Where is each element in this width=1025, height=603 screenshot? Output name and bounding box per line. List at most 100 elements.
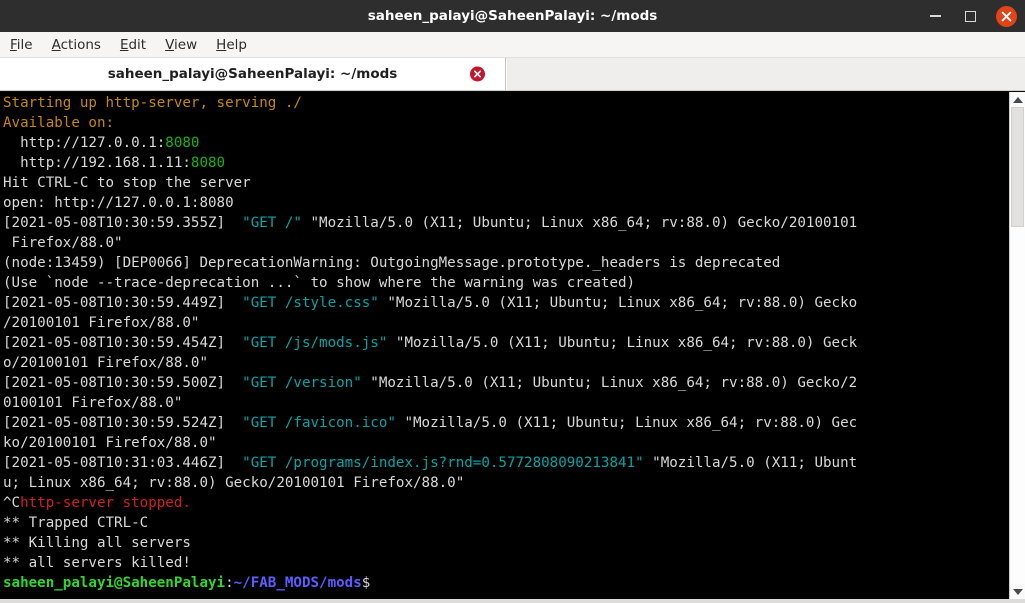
terminal-window: saheen_palayi@SaheenPalayi: ~/mods File …	[0, 0, 1025, 603]
terminal-text-segment: ** Trapped CTRL-C	[3, 515, 149, 531]
terminal-text-segment: [2021-05-08T10:30:59.500Z]	[3, 375, 243, 391]
terminal-scrollbar[interactable]	[1009, 92, 1025, 599]
tab-active[interactable]: saheen_palayi@SaheenPalayi: ~/mods	[0, 58, 506, 90]
terminal-line: ** Killing all servers	[3, 533, 1009, 553]
scroll-down-button[interactable]	[1010, 584, 1025, 599]
menu-mnemonic-actions: A	[51, 36, 61, 53]
window-title: saheen_palayi@SaheenPalayi: ~/mods	[367, 8, 658, 24]
terminal-line: [2021-05-08T10:30:59.454Z] "GET /js/mods…	[3, 333, 1009, 353]
terminal-line: http://192.168.1.11:8080	[3, 153, 1009, 173]
terminal-text-segment: Starting up http-server, serving ./	[3, 95, 302, 111]
menu-item-view[interactable]: View	[165, 37, 197, 53]
terminal-text-segment: "GET /version"	[242, 375, 362, 391]
menu-label-edit-rest: dit	[128, 36, 147, 53]
terminal-text-segment: "Mozilla/5.0 (X11; Ubuntu; Linux x86_64;…	[301, 215, 858, 231]
terminal-line: [2021-05-08T10:30:59.355Z] "GET /" "Mozi…	[3, 213, 1009, 233]
terminal-text-segment: saheen_palayi@SaheenPalayi	[3, 575, 226, 591]
window-controls	[926, 0, 1017, 32]
terminal-text-segment: ** Killing all servers	[3, 535, 191, 551]
terminal-line: [2021-05-08T10:30:59.524Z] "GET /favicon…	[3, 413, 1009, 433]
terminal-text-segment: "Mozilla/5.0 (X11; Ubuntu; Linux x86_64;…	[378, 295, 858, 311]
terminal-text-segment: "Mozilla/5.0 (X11; Ubuntu; Linux x86_64;…	[361, 375, 858, 391]
close-icon	[1001, 11, 1012, 21]
terminal-text-segment: 8080	[190, 155, 226, 171]
menu-item-file[interactable]: File	[10, 37, 33, 53]
terminal-text-segment: $	[361, 575, 371, 591]
terminal-text-segment: "GET /"	[242, 215, 302, 231]
terminal-text-segment: ko/20100101 Firefox/88.0"	[3, 435, 217, 451]
close-icon	[473, 70, 482, 78]
terminal-output[interactable]: Starting up http-server, serving ./ Avail…	[0, 92, 1009, 599]
tab-title: saheen_palayi@SaheenPalayi: ~/mods	[107, 66, 398, 82]
terminal-line: (node:13459) [DEP0066] DeprecationWarnin…	[3, 253, 1009, 273]
terminal-text-segment: "GET /style.css"	[242, 295, 379, 311]
menu-label-actions-rest: ctions	[60, 36, 101, 53]
terminal-text-segment: "Mozilla/5.0 (X11; Ubuntu; Linux x86_64;…	[387, 335, 858, 351]
menu-label-file-rest: ile	[16, 36, 33, 53]
terminal-text-segment: Hit CTRL-C to stop the server	[3, 175, 251, 191]
menu-item-edit[interactable]: Edit	[120, 37, 146, 53]
title-bar: saheen_palayi@SaheenPalayi: ~/mods	[0, 0, 1025, 32]
menu-label-help-rest: elp	[226, 36, 247, 53]
terminal-text-segment: ^C	[3, 495, 21, 511]
terminal-line: /20100101 Firefox/88.0"	[3, 313, 1009, 333]
terminal-text-segment: 8080	[165, 135, 200, 151]
terminal-line: [2021-05-08T10:30:59.500Z] "GET /version…	[3, 373, 1009, 393]
terminal-line: [2021-05-08T10:31:03.446Z] "GET /program…	[3, 453, 1009, 473]
menu-item-actions[interactable]: Actions	[52, 37, 101, 53]
terminal-line: Hit CTRL-C to stop the server	[3, 173, 1009, 193]
scrollbar-track[interactable]	[1010, 107, 1025, 584]
terminal-line: 0100101 Firefox/88.0"	[3, 393, 1009, 413]
terminal-line: u; Linux x86_64; rv:88.0) Gecko/20100101…	[3, 473, 1009, 493]
scrollbar-thumb[interactable]	[1011, 107, 1024, 227]
terminal-text-segment: "Mozilla/5.0 (X11; Ubuntu; Linux x86_64;…	[395, 415, 858, 431]
maximize-button[interactable]	[961, 7, 980, 26]
terminal-text-segment: 0100101 Firefox/88.0"	[3, 395, 183, 411]
terminal-text-segment: Available on:	[3, 115, 115, 131]
terminal-line: ** Trapped CTRL-C	[3, 513, 1009, 533]
terminal-line: saheen_palayi@SaheenPalayi:~/FAB_MODS/mo…	[3, 573, 1009, 593]
menu-mnemonic-file: F	[10, 36, 17, 53]
terminal-line: (Use `node --trace-deprecation ...` to s…	[3, 273, 1009, 293]
terminal-text-segment: http://192.168.1.11:	[3, 155, 191, 171]
terminal-line: [2021-05-08T10:30:59.449Z] "GET /style.c…	[3, 293, 1009, 313]
menu-label-view-rest: iew	[174, 36, 198, 53]
terminal-text-segment: [2021-05-08T10:30:59.454Z]	[3, 335, 243, 351]
chevron-up-icon	[1012, 96, 1023, 103]
terminal-text-segment: (Use `node --trace-deprecation ...` to s…	[3, 275, 636, 291]
terminal-text-segment: :	[225, 575, 234, 591]
terminal-text-segment: http://127.0.0.1:	[3, 135, 166, 151]
menu-bar: File Actions Edit View Help	[0, 32, 1025, 58]
terminal-text-segment: open: http://127.0.0.1:8080	[3, 195, 234, 211]
terminal-text-segment: [2021-05-08T10:30:59.355Z]	[3, 215, 243, 231]
terminal-line: Available on:	[3, 113, 1009, 133]
terminal-line: o/20100101 Firefox/88.0"	[3, 353, 1009, 373]
terminal-text-segment: [2021-05-08T10:30:59.449Z]	[3, 295, 243, 311]
terminal-line: http://127.0.0.1:8080	[3, 133, 1009, 153]
terminal-text-segment: (node:13459) [DEP0066] DeprecationWarnin…	[3, 255, 781, 271]
tab-close-button[interactable]	[470, 66, 485, 82]
terminal-text-segment: Firefox/88.0"	[3, 235, 123, 251]
terminal-text-segment: "GET /programs/index.js?rnd=0.5772808090…	[242, 455, 644, 471]
terminal-text-segment: [2021-05-08T10:31:03.446Z]	[3, 455, 243, 471]
terminal-text-segment: "Mozilla/5.0 (X11; Ubunt	[643, 455, 858, 471]
terminal-line: ** all servers killed!	[3, 553, 1009, 573]
terminal-text-segment: o/20100101 Firefox/88.0"	[3, 355, 208, 371]
terminal-line: ko/20100101 Firefox/88.0"	[3, 433, 1009, 453]
scroll-up-button[interactable]	[1010, 92, 1025, 107]
window-bottom-edge	[0, 599, 1025, 603]
terminal-area: Starting up http-server, serving ./ Avail…	[0, 91, 1025, 599]
minimize-button[interactable]	[926, 7, 945, 26]
tab-bar-empty-area[interactable]	[506, 59, 1025, 90]
terminal-line: open: http://127.0.0.1:8080	[3, 193, 1009, 213]
terminal-text-segment: u; Linux x86_64; rv:88.0) Gecko/20100101…	[3, 475, 465, 491]
terminal-text-segment: /20100101 Firefox/88.0"	[3, 315, 200, 331]
menu-item-help[interactable]: Help	[216, 37, 247, 53]
terminal-text-segment: [2021-05-08T10:30:59.524Z]	[3, 415, 243, 431]
terminal-line: Firefox/88.0"	[3, 233, 1009, 253]
terminal-text-segment: ~/FAB_MODS/mods	[233, 575, 362, 591]
menu-mnemonic-view: V	[165, 36, 175, 53]
terminal-text-segment: ** all servers killed!	[3, 555, 191, 571]
tab-bar: saheen_palayi@SaheenPalayi: ~/mods	[0, 58, 1025, 91]
close-button[interactable]	[996, 5, 1017, 27]
